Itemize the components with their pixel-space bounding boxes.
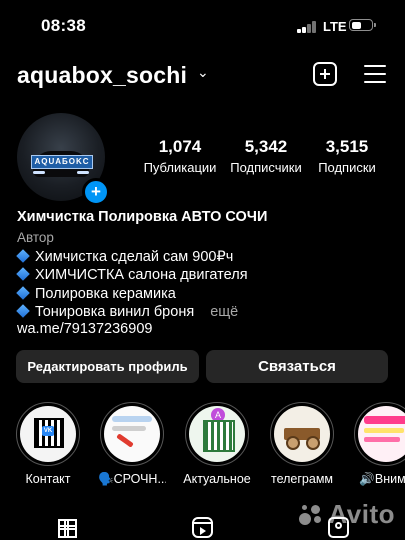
hamburger-menu-icon[interactable]	[364, 65, 386, 83]
status-time: 08:38	[41, 16, 86, 35]
highlight-item[interactable]: телеграмм	[268, 402, 336, 486]
avito-logo-icon	[299, 503, 325, 525]
highlight-item[interactable]: A Актуальное	[183, 402, 251, 486]
stat-following[interactable]: 3,515 Подписки	[305, 137, 389, 175]
profile-username[interactable]: aquabox_sochi	[17, 62, 187, 89]
highlight-cover	[274, 406, 330, 462]
reels-icon[interactable]	[192, 517, 213, 538]
avito-watermark-text: Avito	[328, 499, 395, 529]
highlight-label: телеграмм	[270, 472, 334, 486]
highlight-ring	[270, 402, 334, 466]
bio-line: Полировка керамика	[16, 286, 176, 302]
stat-posts-label: Публикации	[143, 160, 217, 175]
plus-square-icon[interactable]	[313, 62, 337, 86]
bio-line: Химчистка сделай сам 900₽ч	[16, 249, 234, 265]
chevron-down-icon[interactable]: ⌄	[197, 64, 209, 81]
battery-icon	[349, 19, 376, 31]
highlight-label: Актуальное	[183, 472, 251, 486]
highlight-label: Контакт	[25, 472, 71, 486]
highlight-ring: A	[185, 402, 249, 466]
blue-diamond-icon	[16, 267, 30, 281]
highlight-item[interactable]: 🔊Внима	[352, 402, 405, 487]
highlight-ring: VK	[16, 402, 80, 466]
add-story-plus-icon[interactable]: +	[82, 178, 110, 206]
highlight-ring	[354, 402, 405, 466]
bio-line-text: ХИМЧИСТКА салона двигателя	[35, 267, 248, 283]
blue-diamond-icon	[16, 286, 30, 300]
bio-more-link[interactable]: ещё	[210, 304, 238, 320]
stat-followers[interactable]: 5,342 Подписчики	[222, 137, 310, 175]
signal-icon	[297, 21, 317, 33]
stat-posts-value: 1,074	[158, 137, 202, 156]
red-arrow-icon	[116, 433, 134, 448]
highlight-cover: VK	[20, 406, 76, 462]
stat-posts[interactable]: 1,074 Публикации	[136, 137, 224, 175]
bio-category: Автор	[17, 230, 54, 245]
bio-line: Тонировка винил броня ещё	[16, 304, 238, 320]
car-headlights	[31, 171, 91, 175]
highlight-ring	[100, 402, 164, 466]
contact-button[interactable]: Связаться	[206, 350, 388, 383]
logo-plate: AQUAБOKC	[31, 155, 93, 169]
qr-code-icon	[203, 420, 235, 452]
highlight-cover: A	[189, 406, 245, 462]
avito-watermark: Avito	[299, 499, 395, 530]
highlight-item[interactable]: 🗣️СРОЧН...	[98, 402, 166, 487]
bio-line-text: Тонировка винил броня	[35, 304, 195, 320]
bio-link[interactable]: wa.me/79137236909	[17, 321, 152, 337]
network-type: LTE	[323, 19, 347, 34]
stat-followers-value: 5,342	[244, 137, 288, 156]
highlight-label: 🗣️СРОЧН...	[98, 472, 166, 486]
highlight-item[interactable]: VK Контакт	[14, 402, 82, 486]
highlight-cover	[104, 406, 160, 462]
stat-following-value: 3,515	[325, 137, 369, 156]
stat-followers-label: Подписчики	[230, 160, 302, 175]
stat-following-label: Подписки	[318, 160, 376, 175]
bio-line-text: Химчистка сделай сам 900₽ч	[35, 249, 234, 265]
bio-line-text: Полировка керамика	[35, 286, 176, 302]
blue-diamond-icon	[16, 304, 30, 318]
grid-icon[interactable]	[58, 519, 77, 538]
edit-profile-button[interactable]: Редактировать профиль	[16, 350, 199, 383]
blue-diamond-icon	[16, 249, 30, 263]
highlight-label: 🔊Внима	[359, 472, 405, 486]
vk-icon: VK	[42, 426, 54, 436]
bio-line: ХИМЧИСТКА салона двигателя	[16, 267, 248, 283]
highlight-cover	[358, 406, 405, 462]
bio-name: Химчистка Полировка АВТО СОЧИ	[17, 209, 268, 225]
